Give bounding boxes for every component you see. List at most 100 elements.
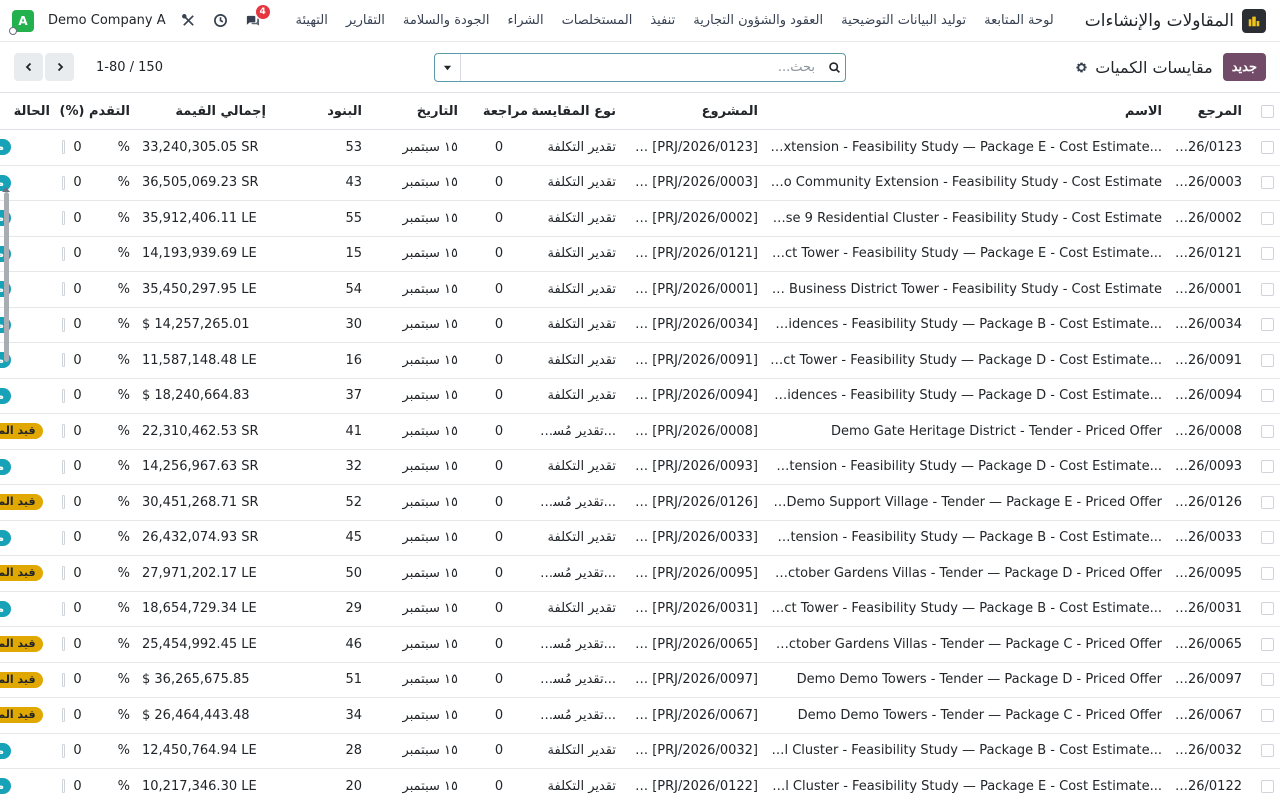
app-logo-icon[interactable]	[1242, 8, 1266, 33]
row-select-cell[interactable]	[1248, 378, 1280, 414]
clock-icon[interactable]	[212, 12, 230, 30]
header-items[interactable]: البنود	[272, 92, 368, 130]
row-checkbox[interactable]	[1261, 779, 1274, 793]
row-checkbox[interactable]	[1261, 602, 1274, 616]
company-switcher[interactable]: Demo Company A	[48, 13, 166, 28]
row-select-cell[interactable]	[1248, 520, 1280, 556]
menu-item-contracts[interactable]: العقود والشؤون التجارية	[684, 13, 832, 28]
row-select-cell[interactable]	[1248, 130, 1280, 166]
row-select-cell[interactable]	[1248, 662, 1280, 698]
header-name[interactable]: الاسم	[764, 92, 1168, 130]
search-input[interactable]	[461, 53, 823, 81]
row-select-cell[interactable]	[1248, 236, 1280, 272]
table-row[interactable]: 2026/0095... Demo October Gardens Villas…	[0, 556, 1280, 592]
cell-project: [PRJ/2026/0123] 123 ...	[622, 139, 758, 155]
row-checkbox[interactable]	[1261, 211, 1274, 225]
progress-percent-sign: %	[117, 459, 130, 475]
row-checkbox[interactable]	[1261, 495, 1274, 509]
chat-icon[interactable]: 4	[244, 4, 270, 30]
user-avatar[interactable]: A	[9, 9, 34, 35]
vertical-scrollbar[interactable]	[4, 192, 9, 362]
row-select-cell[interactable]	[1248, 343, 1280, 379]
row-select-cell[interactable]	[1248, 733, 1280, 769]
row-checkbox[interactable]	[1261, 566, 1274, 580]
row-select-cell[interactable]	[1248, 449, 1280, 485]
status-badge: قيد المراجعة	[0, 423, 43, 440]
table-row[interactable]: 2026/0002... Demo Phase 9 Residential Cl…	[0, 201, 1280, 237]
row-checkbox[interactable]	[1261, 176, 1274, 190]
row-checkbox[interactable]	[1261, 460, 1274, 474]
select-all-header[interactable]	[1248, 92, 1280, 130]
row-checkbox[interactable]	[1261, 247, 1274, 261]
row-checkbox[interactable]	[1261, 140, 1274, 154]
menu-item-configuration[interactable]: التهيئة	[287, 13, 337, 28]
table-row[interactable]: 2026/0008... Demo Gate Heritage District…	[0, 414, 1280, 450]
row-select-cell[interactable]	[1248, 591, 1280, 627]
header-date[interactable]: التاريخ	[368, 92, 464, 130]
row-checkbox[interactable]	[1261, 708, 1274, 722]
row-select-cell[interactable]	[1248, 414, 1280, 450]
row-select-cell[interactable]	[1248, 698, 1280, 734]
menu-item-reports[interactable]: التقارير	[337, 13, 394, 28]
header-reference[interactable]: المرجع	[1168, 92, 1248, 130]
table-row[interactable]: 2026/0032... ...e 9 Residential Cluster …	[0, 733, 1280, 769]
pager-value[interactable]: 1-80 / 150	[96, 60, 163, 75]
header-boq-type[interactable]: نوع المقايسة	[531, 92, 622, 130]
row-select-cell[interactable]	[1248, 485, 1280, 521]
header-total[interactable]: إجمالي القيمة	[136, 92, 272, 130]
pager-next-button[interactable]	[45, 53, 74, 81]
table-row[interactable]: 2026/0121... ...Business District Tower …	[0, 236, 1280, 272]
table-row[interactable]: 2026/0123... ...Community Extension - Fe…	[0, 130, 1280, 166]
table-row[interactable]: 2026/0034... ...mo Demo Residences - Fea…	[0, 307, 1280, 343]
cell-date: ١٥ سبتمبر	[402, 778, 458, 794]
menu-item-execution[interactable]: تنفيذ	[641, 13, 684, 28]
header-status[interactable]: الحالة	[0, 92, 56, 130]
progress-value: 0	[73, 672, 82, 688]
new-button[interactable]: جديد	[1222, 53, 1266, 81]
menu-item-quality[interactable]: الجودة والسلامة	[394, 13, 499, 28]
table-row[interactable]: 2026/0033... ...Community Extension - Fe…	[0, 520, 1280, 556]
menu-item-purchase[interactable]: الشراء	[498, 13, 552, 28]
menu-item-demo-data[interactable]: توليد البيانات التوضيحية	[832, 13, 975, 28]
table-row[interactable]: 2026/0093... ...Community Extension - Fe…	[0, 449, 1280, 485]
table-row[interactable]: 2026/0091... ...usiness District Tower -…	[0, 343, 1280, 379]
pager-previous-button[interactable]	[14, 53, 43, 81]
select-all-checkbox[interactable]	[1261, 104, 1274, 118]
header-revision[interactable]: مراجعة	[464, 92, 534, 130]
app-title[interactable]: المقاولات والإنشاءات	[1085, 11, 1234, 31]
tools-icon[interactable]	[180, 12, 198, 30]
table-row[interactable]: 2026/0122... ...e 9 Residential Cluster …	[0, 769, 1280, 800]
row-checkbox[interactable]	[1261, 424, 1274, 438]
table-row[interactable]: 2026/0067... Demo Demo Towers - Tender —…	[0, 698, 1280, 734]
row-select-cell[interactable]	[1248, 272, 1280, 308]
row-checkbox[interactable]	[1261, 637, 1274, 651]
table-row[interactable]: 2026/0097... Demo Demo Towers - Tender —…	[0, 662, 1280, 698]
header-progress[interactable]: التقدم (%)	[56, 92, 136, 130]
header-project[interactable]: المشروع	[622, 92, 764, 130]
table-row[interactable]: 2026/0094... ...mo Demo Residences - Fea…	[0, 378, 1280, 414]
row-select-cell[interactable]	[1248, 627, 1280, 663]
row-checkbox[interactable]	[1261, 282, 1274, 296]
row-checkbox[interactable]	[1261, 673, 1274, 687]
row-select-cell[interactable]	[1248, 201, 1280, 237]
row-select-cell[interactable]	[1248, 307, 1280, 343]
row-select-cell[interactable]	[1248, 769, 1280, 800]
menu-item-invoices[interactable]: المستخلصات	[553, 13, 642, 28]
table-row[interactable]: 2026/0001... New Capital Business Distri…	[0, 272, 1280, 308]
search-options-toggle[interactable]	[435, 53, 461, 81]
menu-item-dashboard[interactable]: لوحة المتابعة	[975, 13, 1063, 28]
search-icon[interactable]	[823, 61, 845, 74]
table-row[interactable]: 2026/0003... Demo Demo Community Extensi…	[0, 165, 1280, 201]
row-checkbox[interactable]	[1261, 389, 1274, 403]
row-checkbox[interactable]	[1261, 318, 1274, 332]
row-checkbox[interactable]	[1261, 531, 1274, 545]
row-checkbox[interactable]	[1261, 744, 1274, 758]
gear-icon[interactable]	[1075, 61, 1088, 74]
row-checkbox[interactable]	[1261, 353, 1274, 367]
status-badge: مسودة	[0, 742, 12, 759]
row-select-cell[interactable]	[1248, 556, 1280, 592]
table-row[interactable]: 2026/0065... Demo October Gardens Villas…	[0, 627, 1280, 663]
table-row[interactable]: 2026/0031... ...usiness District Tower -…	[0, 591, 1280, 627]
row-select-cell[interactable]	[1248, 165, 1280, 201]
table-row[interactable]: 2026/0126... Demo Demo Support Village -…	[0, 485, 1280, 521]
